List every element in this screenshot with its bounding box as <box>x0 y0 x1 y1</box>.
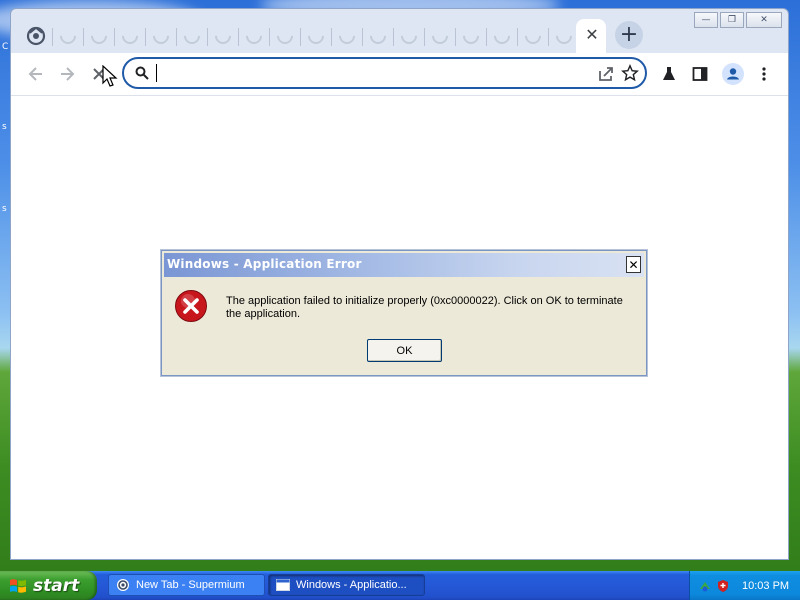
dialog-message: The application failed to initialize pro… <box>226 295 623 320</box>
flask-icon <box>663 67 675 80</box>
tab-separator <box>207 28 208 46</box>
tab-separator <box>145 28 146 46</box>
tab-loading-icon[interactable] <box>87 26 109 48</box>
tab-separator <box>331 28 332 46</box>
tab-separator <box>362 28 363 46</box>
new-tab-button[interactable]: + <box>615 21 643 49</box>
side-panel-button[interactable] <box>687 61 713 87</box>
taskbar-item-label: New Tab - Supermium <box>136 579 245 591</box>
tab-separator <box>269 28 270 46</box>
tab-loading-icon[interactable] <box>397 26 419 48</box>
text-caret <box>156 64 157 82</box>
labs-button[interactable] <box>656 61 682 87</box>
browser-toolbar <box>11 53 788 96</box>
kebab-menu-icon <box>762 67 766 81</box>
tab-separator <box>83 28 84 46</box>
tab-loading-icon[interactable] <box>211 26 233 48</box>
browser-icon <box>117 579 129 591</box>
tab-favicon-icon[interactable] <box>25 25 47 47</box>
tab-separator <box>300 28 301 46</box>
forward-arrow-icon <box>61 67 75 81</box>
tab-close-button[interactable]: ✕ <box>583 25 601 45</box>
window-icon <box>276 579 290 591</box>
network-icon[interactable] <box>698 579 712 593</box>
tab-loading-icon[interactable] <box>56 26 78 48</box>
ok-button[interactable]: OK <box>367 339 442 362</box>
profile-button[interactable] <box>720 61 746 87</box>
tab-loading-icon[interactable] <box>490 26 512 48</box>
tab-loading-icon[interactable] <box>366 26 388 48</box>
tab-loading-icon[interactable] <box>428 26 450 48</box>
back-arrow-icon <box>28 67 42 81</box>
tab-separator <box>176 28 177 46</box>
tab-loading-icon[interactable] <box>521 26 543 48</box>
address-bar[interactable] <box>122 57 647 89</box>
avatar-icon <box>722 63 744 85</box>
tab-separator <box>455 28 456 46</box>
tab-loading-icon[interactable] <box>242 26 264 48</box>
windows-logo-icon <box>10 578 26 593</box>
plus-icon: + <box>619 22 639 47</box>
tab-separator <box>393 28 394 46</box>
error-dialog: Windows - Application Error ✕ The applic… <box>161 250 647 376</box>
dialog-title: Windows - Application Error <box>167 257 362 271</box>
search-icon <box>135 66 149 80</box>
back-button[interactable] <box>23 61 49 87</box>
tab-loading-icon[interactable] <box>149 26 171 48</box>
tab-separator <box>424 28 425 46</box>
taskbar-item-browser[interactable]: New Tab - Supermium <box>108 574 265 596</box>
desktop-icon-fragment[interactable]: s <box>2 122 7 132</box>
taskbar: start New Tab - Supermium Windows - Appl… <box>0 571 800 600</box>
system-tray: 10:03 PM <box>689 571 800 600</box>
taskbar-item-label: Windows - Applicatio... <box>296 579 407 591</box>
start-button[interactable]: start <box>0 571 97 600</box>
dialog-close-button[interactable]: ✕ <box>626 256 641 273</box>
tab-loading-icon[interactable] <box>335 26 357 48</box>
tab-separator <box>486 28 487 46</box>
error-icon <box>175 290 207 322</box>
tab-strip: ✕ + <box>11 19 788 53</box>
start-label: start <box>33 575 80 596</box>
tab-separator <box>52 28 53 46</box>
taskbar-item-error-dialog[interactable]: Windows - Applicatio... <box>268 574 425 596</box>
tab-separator <box>517 28 518 46</box>
security-shield-icon[interactable] <box>716 579 730 593</box>
tab-loading-icon[interactable] <box>552 26 574 48</box>
tab-loading-icon[interactable] <box>180 26 202 48</box>
tab-loading-icon[interactable] <box>304 26 326 48</box>
forward-button[interactable] <box>54 61 80 87</box>
tab-loading-icon[interactable] <box>118 26 140 48</box>
clock: 10:03 PM <box>742 579 790 592</box>
tab-separator <box>238 28 239 46</box>
mouse-cursor-icon <box>102 65 118 87</box>
tab-separator <box>114 28 115 46</box>
desktop-icon-fragment[interactable]: C <box>2 42 8 52</box>
tab-loading-icon[interactable] <box>459 26 481 48</box>
menu-button[interactable] <box>751 61 777 87</box>
tab-loading-icon[interactable] <box>273 26 295 48</box>
share-icon[interactable] <box>597 65 615 83</box>
address-input[interactable] <box>158 63 592 85</box>
bookmark-star-icon[interactable] <box>621 64 639 82</box>
side-panel-icon <box>692 67 708 81</box>
dialog-title-bar[interactable]: Windows - Application Error ✕ <box>164 253 644 277</box>
tab-separator <box>548 28 549 46</box>
desktop-icon-fragment[interactable]: s <box>2 204 7 214</box>
